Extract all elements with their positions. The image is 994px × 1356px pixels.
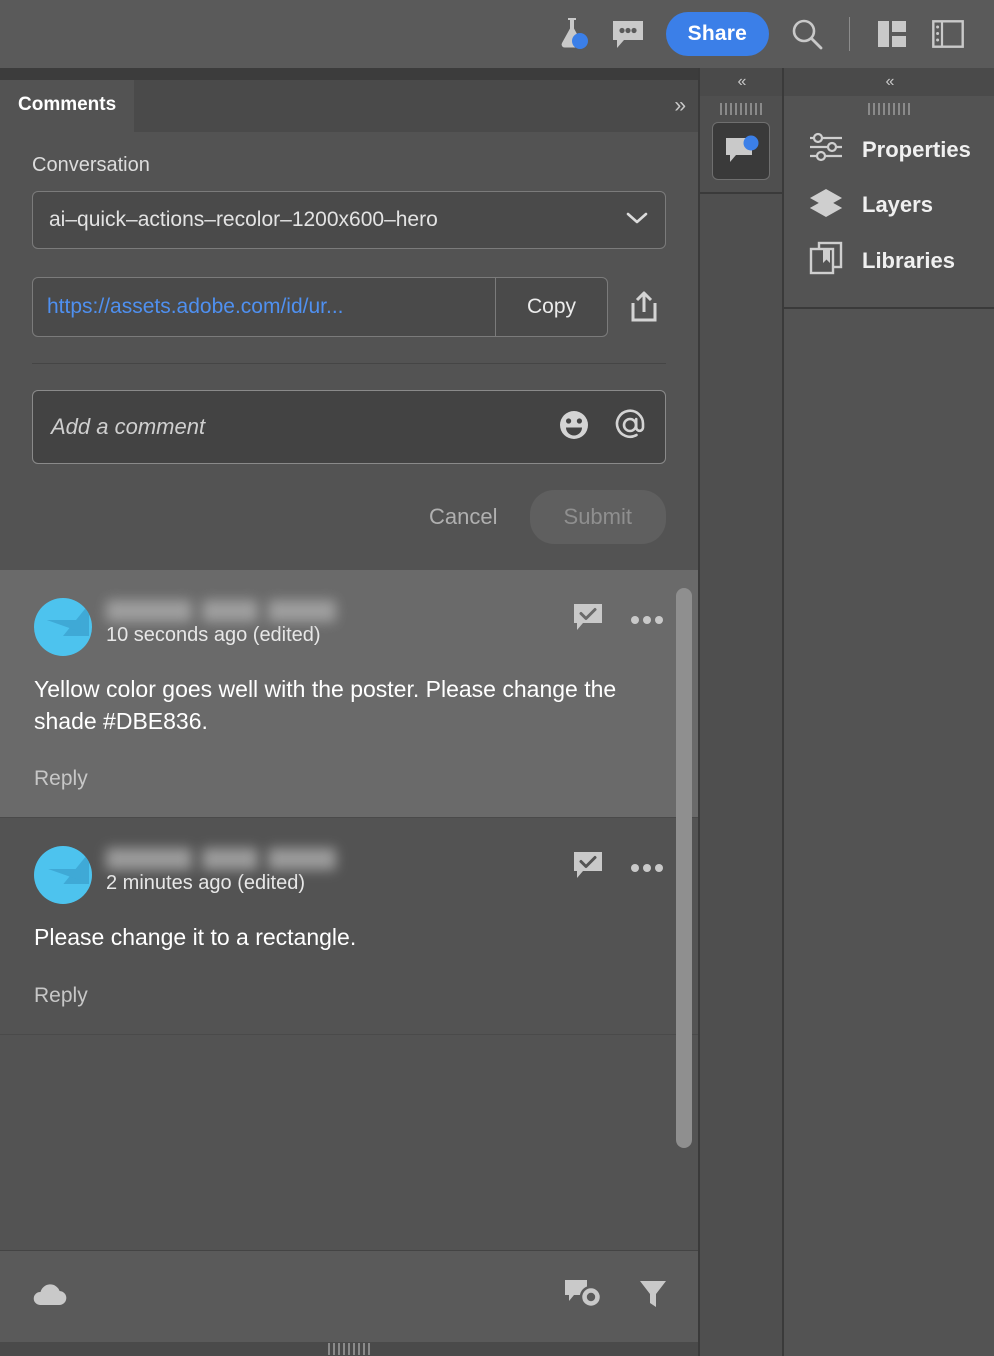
share-link-input[interactable]: https://assets.adobe.com/id/ur... [33, 278, 495, 336]
compose-icon-group [557, 408, 647, 447]
conversation-label: Conversation [32, 154, 666, 177]
comment-header: 10 seconds ago (edited) [34, 598, 664, 656]
rail-grip[interactable] [700, 96, 782, 122]
right-dock-area: « « [700, 68, 994, 1356]
comment-input-placeholder: Add a comment [51, 414, 557, 440]
comments-panel: Comments » Conversation ai–quick–actions… [0, 68, 700, 1356]
grip-lines [328, 1343, 370, 1355]
tabstrip-spacer: » [134, 80, 698, 132]
comment-body: Yellow color goes well with the poster. … [34, 674, 664, 737]
avatar-wedge-lower [47, 869, 81, 889]
dock-grip[interactable] [784, 96, 994, 122]
workspace-body: Comments » Conversation ai–quick–actions… [0, 68, 994, 1356]
avatar [34, 846, 92, 904]
grip-lines [868, 103, 910, 115]
comment-timestamp: 10 seconds ago (edited) [106, 624, 572, 647]
workspace-arrange-icon[interactable] [864, 0, 920, 68]
avatar-wedge-lower [47, 620, 81, 640]
top-toolbar: Share [0, 0, 994, 68]
comments-panel-body: Conversation ai–quick–actions–recolor–12… [0, 132, 698, 1356]
share-link-row: https://assets.adobe.com/id/ur... Copy [32, 277, 666, 337]
avatar-wedge-upper [63, 852, 89, 884]
rail-group-comments [700, 96, 782, 194]
grip-lines [720, 103, 762, 115]
mention-at-icon[interactable] [613, 408, 647, 447]
comment-author-redacted [106, 600, 572, 622]
panel-tabstrip: Comments » [0, 80, 698, 132]
search-icon[interactable] [779, 0, 835, 68]
comment-meta: 2 minutes ago (edited) [106, 846, 572, 895]
dock-collapse-button[interactable]: « [784, 68, 994, 96]
tab-comments[interactable]: Comments [0, 80, 134, 132]
rail-collapse-button[interactable]: « [700, 68, 782, 96]
discover-beaker-icon[interactable] [544, 0, 600, 68]
dock-item-label: Layers [862, 192, 933, 218]
share-link-box: https://assets.adobe.com/id/ur... Copy [32, 277, 608, 337]
comment-item[interactable]: 2 minutes ago (edited) [0, 818, 698, 1035]
reply-button[interactable]: Reply [34, 984, 664, 1008]
conversation-select[interactable]: ai–quick–actions–recolor–1200x600–hero [32, 191, 666, 249]
emoji-icon[interactable] [557, 408, 591, 447]
comment-list: 10 seconds ago (edited) [0, 570, 698, 1250]
dock-item-properties[interactable]: Properties [784, 122, 994, 177]
filter-icon[interactable] [638, 1278, 668, 1315]
panel-toggle-icon[interactable] [920, 0, 976, 68]
comment-timestamp: 2 minutes ago (edited) [106, 872, 572, 895]
conversation-section: Conversation ai–quick–actions–recolor–12… [0, 132, 698, 364]
comments-statusbar [0, 1250, 698, 1342]
dock-group-panels: Properties Layers [784, 96, 994, 309]
submit-button[interactable]: Submit [530, 490, 666, 544]
comment-meta: 10 seconds ago (edited) [106, 598, 572, 647]
share-button[interactable]: Share [666, 12, 769, 56]
comment-tools [572, 598, 664, 639]
chevron-down-icon [625, 210, 649, 230]
cloud-icon[interactable] [30, 1281, 68, 1312]
sliders-icon [808, 131, 844, 168]
panel-dock: « [784, 68, 994, 1356]
more-options-icon[interactable] [630, 860, 664, 878]
conversation-selected-value: ai–quick–actions–recolor–1200x600–hero [49, 208, 617, 232]
application-window: Share [0, 0, 994, 1356]
dock-item-layers[interactable]: Layers [784, 177, 994, 232]
panel-icon-rail: « [700, 68, 784, 1356]
dock-item-libraries[interactable]: Libraries [784, 232, 994, 289]
compose-actions: Cancel Submit [0, 464, 698, 570]
statusbar-right-group [564, 1278, 668, 1315]
dock-item-label: Properties [862, 137, 971, 163]
compose-section: Add a comment [0, 364, 698, 464]
copy-link-button[interactable]: Copy [495, 278, 607, 336]
more-options-icon[interactable] [630, 612, 664, 630]
export-share-icon[interactable] [622, 289, 666, 325]
layers-icon [808, 186, 844, 223]
expand-panel-icon[interactable]: » [674, 94, 684, 118]
panel-top-strip [0, 68, 698, 80]
comment-tools [572, 846, 664, 887]
comment-header: 2 minutes ago (edited) [34, 846, 664, 904]
comment-body: Please change it to a rectangle. [34, 922, 664, 954]
avatar-wedge-upper [63, 604, 89, 636]
comment-item[interactable]: 10 seconds ago (edited) [0, 570, 698, 818]
resolve-icon[interactable] [572, 602, 604, 639]
cancel-button[interactable]: Cancel [403, 490, 523, 544]
resolve-icon[interactable] [572, 850, 604, 887]
comment-bubble-icon[interactable] [600, 0, 656, 68]
comment-list-scrollbar[interactable] [676, 588, 692, 1148]
libraries-icon [808, 241, 844, 280]
dock-item-label: Libraries [862, 248, 955, 274]
comment-input-box[interactable]: Add a comment [32, 390, 666, 464]
rail-comments-button[interactable] [712, 122, 770, 180]
toolbar-divider [849, 17, 850, 51]
panel-resize-grip[interactable] [0, 1342, 698, 1356]
show-comments-icon[interactable] [564, 1278, 604, 1315]
comment-author-redacted [106, 848, 572, 870]
avatar [34, 598, 92, 656]
reply-button[interactable]: Reply [34, 767, 664, 791]
